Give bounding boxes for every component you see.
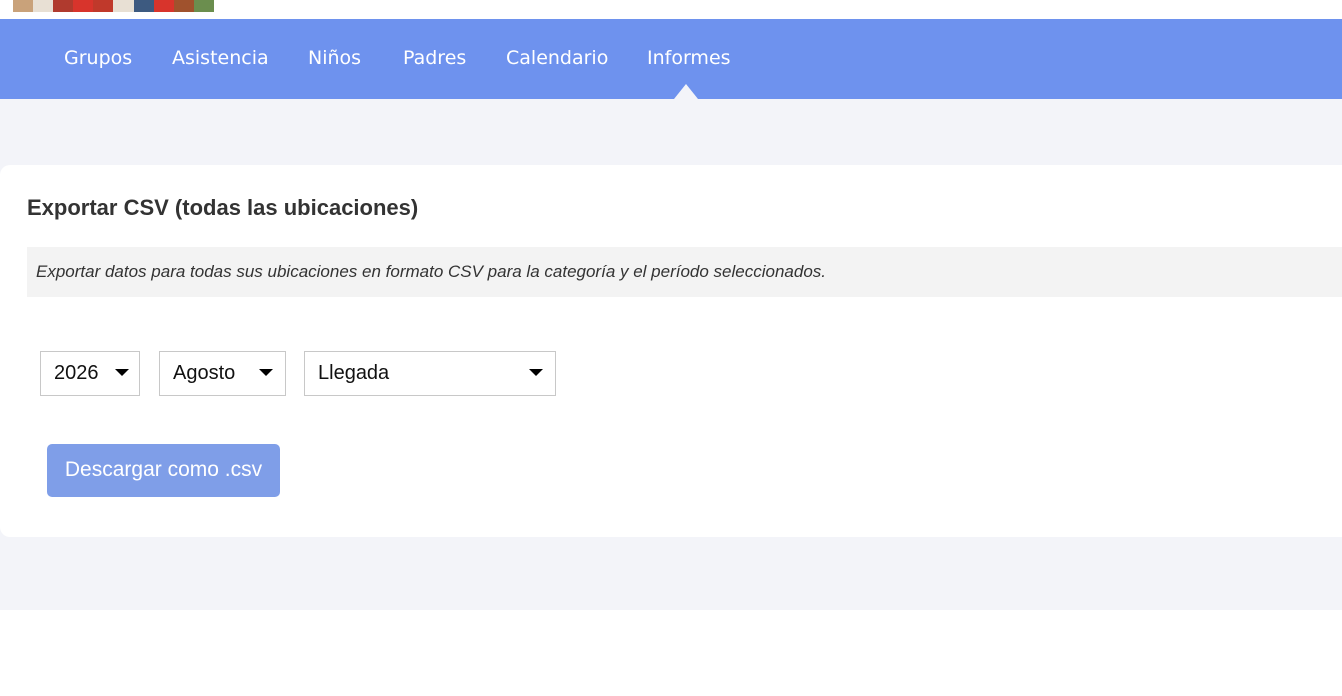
caret-down-icon <box>115 369 129 376</box>
download-csv-button[interactable]: Descargar como .csv <box>47 444 280 497</box>
main-nav: Grupos Asistencia Niños Padres Calendari… <box>0 19 1342 99</box>
nav-item-asistencia[interactable]: Asistencia <box>172 19 269 99</box>
card-title: Exportar CSV (todas las ubicaciones) <box>27 195 419 220</box>
export-csv-card: Exportar CSV (todas las ubicaciones) Exp… <box>0 165 1342 537</box>
nav-item-ninos[interactable]: Niños <box>308 19 361 99</box>
nav-item-calendario[interactable]: Calendario <box>506 19 608 99</box>
caret-down-icon <box>529 369 543 376</box>
month-select[interactable]: Agosto <box>159 351 286 396</box>
category-select-value: Llegada <box>318 362 390 384</box>
month-select-value: Agosto <box>173 362 236 384</box>
category-select[interactable]: Llegada <box>304 351 556 396</box>
nav-item-padres[interactable]: Padres <box>403 19 466 99</box>
brand-logo[interactable] <box>13 0 214 12</box>
nav-item-grupos[interactable]: Grupos <box>64 19 132 99</box>
year-select[interactable]: 2026 <box>40 351 140 396</box>
active-tab-indicator <box>674 84 698 99</box>
year-select-value: 2026 <box>54 362 99 384</box>
caret-down-icon <box>259 369 273 376</box>
export-description: Exportar datos para todas sus ubicacione… <box>27 247 1342 297</box>
